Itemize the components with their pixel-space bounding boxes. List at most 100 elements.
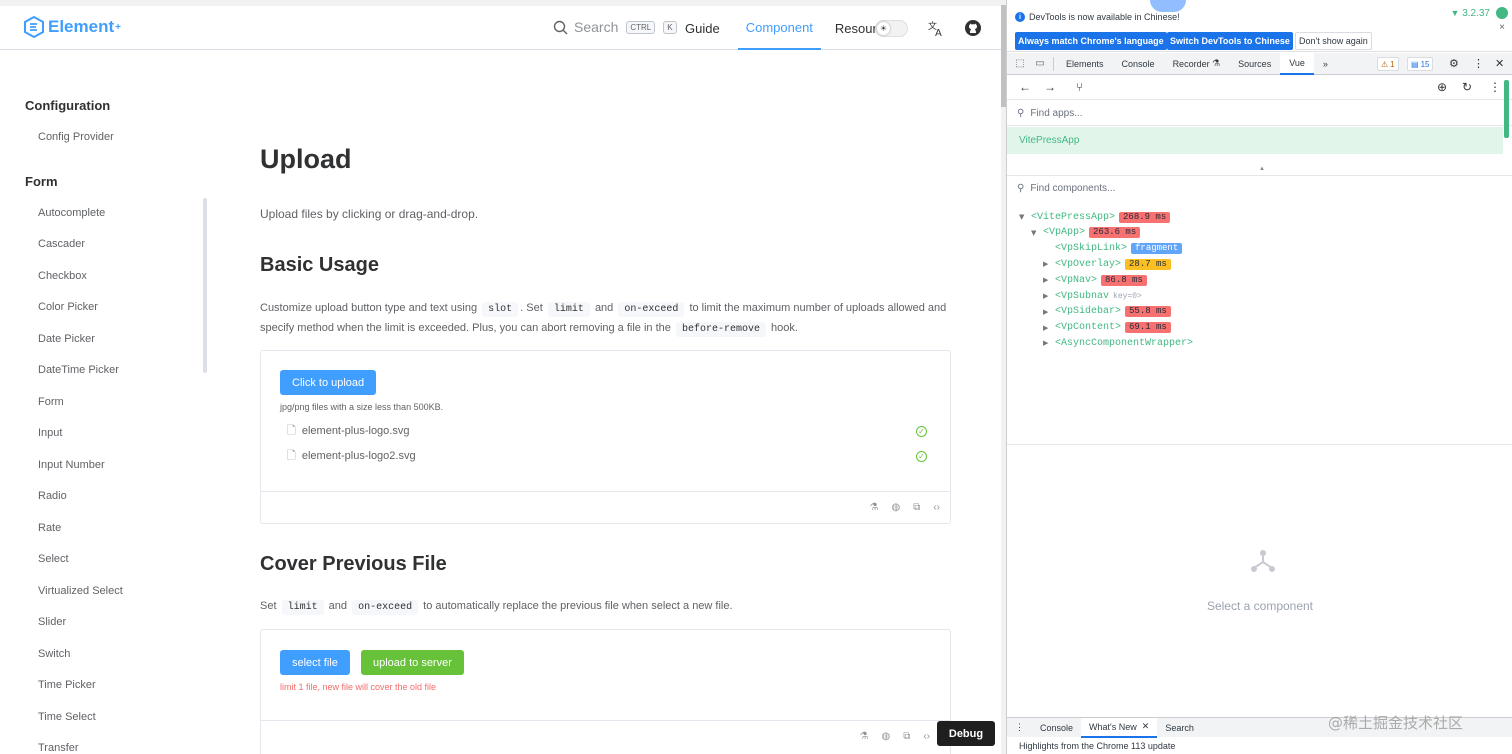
tree-node[interactable]: ▶ <VpSidebar> 55.8 ms — [1043, 305, 1171, 319]
tree-node[interactable]: ▼ <VpApp> 263.6 ms — [1031, 226, 1141, 240]
github-icon[interactable] — [963, 18, 983, 38]
sidebar-item-datetime-picker[interactable]: DateTime Picker — [38, 364, 119, 376]
nav-component[interactable]: Component — [737, 6, 821, 50]
devtools-tabbar: ⬚ ▭ Elements Console Recorder ⚗ Sources … — [1007, 52, 1512, 75]
whats-new-text: Highlights from the Chrome 113 update — [1019, 741, 1176, 751]
sidebar-item-switch[interactable]: Switch — [38, 648, 70, 660]
drawer-menu-icon[interactable]: ⋮ — [1007, 718, 1032, 738]
tree-node[interactable]: ▶ <VpContent> 69.1 ms — [1043, 321, 1171, 335]
file-item[interactable]: 🗋 element-plus-logo2.svg ✓ — [287, 447, 927, 465]
close-devtools-icon[interactable]: ✕ — [1495, 57, 1504, 70]
match-chrome-language-button[interactable]: Always match Chrome's language — [1015, 32, 1167, 50]
caret-right-icon[interactable]: ▶ — [1043, 292, 1051, 300]
copy-icon[interactable]: ⧉ — [913, 502, 920, 513]
tree-node[interactable]: ▶ <VpOverlay> 28.7 ms — [1043, 257, 1171, 271]
search-icon — [553, 20, 568, 34]
refresh-icon[interactable]: ↻ — [1462, 80, 1472, 94]
tab-vue[interactable]: Vue — [1280, 52, 1314, 75]
caret-right-icon[interactable]: ▶ — [1043, 308, 1051, 316]
github-edit-icon[interactable]: ◍ — [881, 731, 890, 742]
drawer-tab-whats-new[interactable]: What's New ✕ — [1081, 717, 1158, 738]
sidebar-item-time-picker[interactable]: Time Picker — [38, 679, 96, 691]
select-file-button[interactable]: select file — [280, 650, 350, 675]
playground-icon[interactable]: ⚗ — [859, 731, 868, 742]
sidebar-item-time-select[interactable]: Time Select — [38, 711, 96, 723]
view-source-icon[interactable]: ‹› — [933, 502, 940, 513]
close-tab-icon[interactable]: ✕ — [1142, 721, 1150, 732]
sidebar-item-transfer[interactable]: Transfer — [38, 742, 79, 754]
tree-node-name: <VpSubnav — [1055, 290, 1110, 302]
translate-icon[interactable]: 文A — [926, 18, 946, 38]
device-toolbar-icon[interactable]: ▭ — [1033, 57, 1047, 71]
more-tabs-icon[interactable]: » — [1314, 53, 1337, 75]
dont-show-again-button[interactable]: Don't show again — [1295, 32, 1372, 50]
tab-console[interactable]: Console — [1113, 53, 1164, 75]
sidebar-item-autocomplete[interactable]: Autocomplete — [38, 207, 105, 219]
caret-right-icon[interactable]: ▶ — [1043, 276, 1051, 284]
sidebar-item-select[interactable]: Select — [38, 553, 69, 565]
drawer-tab-console[interactable]: Console — [1032, 718, 1081, 738]
close-infobar-icon[interactable]: × — [1499, 22, 1505, 33]
caret-right-icon[interactable]: ▶ — [1043, 260, 1051, 268]
component-tree-icon[interactable]: ⑂ — [1076, 80, 1083, 94]
find-components-input[interactable]: ⚲ Find components... — [1007, 175, 1512, 200]
upload-to-server-button[interactable]: upload to server — [361, 650, 464, 675]
more-options-icon[interactable]: ⋮ — [1473, 57, 1484, 70]
sidebar-item-input[interactable]: Input — [38, 427, 62, 439]
sidebar-item-date-picker[interactable]: Date Picker — [38, 333, 95, 345]
switch-to-chinese-button[interactable]: Switch DevTools to Chinese — [1167, 32, 1293, 50]
tree-node[interactable]: ▶ <VpSubnav key=0> — [1043, 289, 1142, 303]
tree-node[interactable]: <VpSkipLink> fragment — [1043, 242, 1183, 256]
playground-icon[interactable]: ⚗ — [869, 502, 878, 513]
github-edit-icon[interactable]: ◍ — [891, 502, 900, 513]
caret-down-icon[interactable]: ▼ — [1019, 213, 1027, 221]
vue-more-icon[interactable]: ⋮ — [1489, 80, 1501, 94]
debug-button[interactable]: Debug — [937, 721, 995, 746]
sidebar-item-input-number[interactable]: Input Number — [38, 459, 105, 471]
click-to-upload-button[interactable]: Click to upload — [280, 370, 377, 395]
demo-body: Click to upload jpg/png files with a siz… — [261, 351, 950, 492]
sidebar-item-color-picker[interactable]: Color Picker — [38, 301, 98, 313]
caret-down-icon[interactable]: ▼ — [1031, 229, 1039, 237]
tab-recorder[interactable]: Recorder ⚗ — [1164, 53, 1230, 75]
search-button[interactable]: Search CTRL K — [553, 19, 677, 35]
nav-guide[interactable]: Guide — [677, 6, 728, 50]
caret-right-icon[interactable]: ▶ — [1043, 324, 1051, 332]
sidebar-item-cascader[interactable]: Cascader — [38, 238, 85, 250]
tab-elements[interactable]: Elements — [1057, 53, 1113, 75]
inspect-element-icon[interactable]: ⬚ — [1013, 57, 1027, 71]
messages-badge[interactable]: ▤ 15 — [1407, 57, 1434, 71]
select-target-icon[interactable]: ⊕ — [1437, 80, 1447, 94]
sidebar-item-form[interactable]: Form — [38, 396, 64, 408]
find-apps-input[interactable]: ⚲ Find apps... — [1007, 101, 1512, 126]
tree-node[interactable]: ▼ <VitePressApp> 268.9 ms — [1019, 210, 1171, 224]
sidebar-item-radio[interactable]: Radio — [38, 490, 67, 502]
tree-node[interactable]: ▶ <VpNav> 86.8 ms — [1043, 273, 1147, 287]
sidebar-item-rate[interactable]: Rate — [38, 522, 61, 534]
sidebar-item-checkbox[interactable]: Checkbox — [38, 270, 87, 282]
caret-right-icon[interactable]: ▶ — [1043, 339, 1051, 347]
warnings-badge[interactable]: ⚠ 1 — [1377, 57, 1399, 71]
settings-gear-icon[interactable]: ⚙ — [1449, 57, 1459, 70]
app-item-vitepress[interactable]: VitePressApp — [1007, 127, 1503, 154]
apps-scrollbar[interactable] — [1504, 80, 1509, 138]
sidebar-item-config-provider[interactable]: Config Provider — [38, 131, 114, 143]
tree-node[interactable]: ▶ <AsyncComponentWrapper> — [1043, 336, 1193, 350]
copy-icon[interactable]: ⧉ — [903, 731, 910, 742]
devtools-panel: i DevTools is now available in Chinese! … — [1006, 0, 1512, 754]
sidebar-item-slider[interactable]: Slider — [38, 616, 66, 628]
forward-arrow-icon[interactable]: → — [1044, 80, 1056, 94]
tab-sources[interactable]: Sources — [1229, 53, 1280, 75]
cover-file-description: Set limit and on-exceed to automatically… — [260, 600, 733, 615]
drawer-tab-search[interactable]: Search — [1157, 718, 1202, 738]
sidebar-scrollbar[interactable] — [203, 198, 207, 373]
tree-node-name: <VpNav> — [1055, 274, 1098, 286]
sidebar-item-virtualized-select[interactable]: Virtualized Select — [38, 585, 123, 597]
select-component-message: Select a component — [1206, 599, 1314, 613]
file-item[interactable]: 🗋 element-plus-logo.svg ✓ — [287, 422, 927, 440]
view-source-icon[interactable]: ‹› — [923, 731, 930, 742]
element-logo[interactable]: Element + — [24, 16, 121, 38]
theme-toggle[interactable]: ☀ — [875, 20, 908, 37]
split-handle-icon[interactable]: ▲ — [1257, 166, 1267, 172]
back-arrow-icon[interactable]: ← — [1019, 80, 1031, 94]
